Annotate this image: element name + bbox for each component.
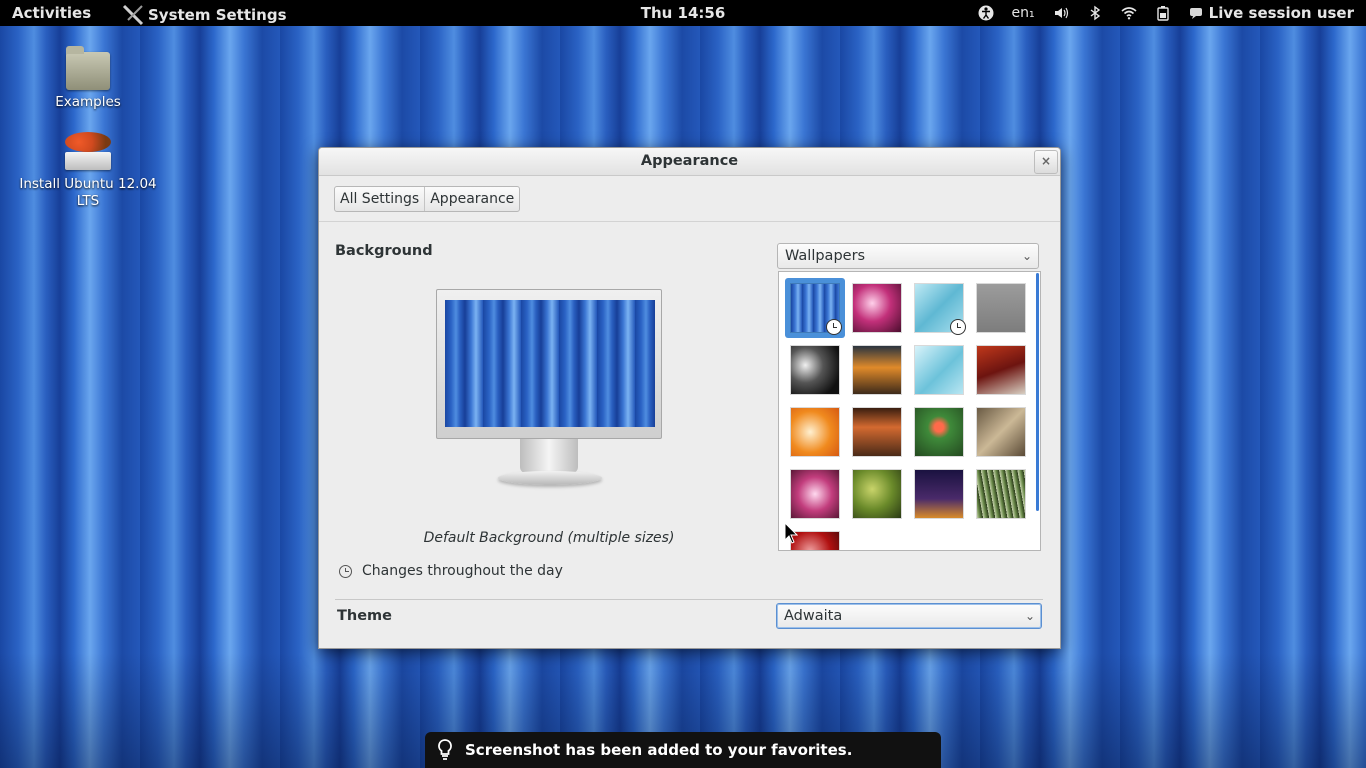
wallpaper-thumb-blue-stripes[interactable] (791, 284, 842, 335)
dialog-title: Appearance (640, 153, 739, 169)
background-source-value: Wallpapers (785, 248, 866, 264)
battery-icon[interactable] (1155, 5, 1171, 21)
app-menu-label: System Settings (148, 6, 287, 24)
chevron-down-icon: ⌄ (1021, 249, 1032, 263)
clock-icon (339, 564, 352, 578)
background-preview (436, 289, 664, 485)
wallpaper-thumb-brown-valley[interactable] (853, 408, 901, 456)
clock[interactable]: Thu 14:56 (641, 4, 726, 22)
desktop-icon-install-ubuntu[interactable]: Install Ubuntu 12.04 LTS (18, 132, 158, 210)
close-icon: × (1040, 154, 1052, 168)
top-panel: Activities System Settings Thu 14:56 en₁… (0, 0, 1366, 26)
wallpaper-thumb-green-grass[interactable] (977, 470, 1025, 518)
wallpaper-thumb-grey-fog-deer[interactable] (977, 284, 1025, 332)
accessibility-icon[interactable] (978, 5, 994, 21)
keyboard-layout-indicator[interactable]: en₁ (1012, 5, 1035, 21)
background-section-title: Background (335, 243, 433, 259)
install-drive-icon (65, 132, 111, 172)
dialog-titlebar[interactable]: Appearance × (319, 148, 1060, 176)
breadcrumb-all-settings[interactable]: All Settings (335, 187, 424, 211)
wallpaper-thumb-red-leaves[interactable] (791, 532, 839, 550)
bluetooth-icon[interactable] (1087, 5, 1103, 21)
theme-combo[interactable]: Adwaita ⌄ (776, 603, 1042, 629)
wallpaper-thumb-sunset-road[interactable] (853, 346, 901, 394)
user-menu[interactable]: Live session user (1189, 4, 1354, 22)
wallpaper-thumb-green-poppies[interactable] (915, 408, 963, 456)
changes-throughout-day-row: Changes throughout the day (339, 563, 563, 579)
background-source-combo[interactable]: Wallpapers ⌄ (777, 243, 1039, 269)
breadcrumb-appearance[interactable]: Appearance (424, 187, 519, 211)
notification-banner[interactable]: Screenshot has been added to your favori… (425, 732, 941, 768)
wallpaper-grid: + − (778, 271, 1041, 551)
mouse-cursor-icon (784, 522, 798, 544)
wifi-icon[interactable] (1121, 5, 1137, 21)
app-menu[interactable]: System Settings (122, 4, 287, 26)
user-name: Live session user (1208, 4, 1354, 22)
wallpaper-thumb-fountain-pen[interactable] (977, 408, 1025, 456)
desktop-icon-examples[interactable]: Examples (18, 46, 158, 110)
wallpaper-thumb-pink-bokeh[interactable] (853, 284, 901, 332)
wallpaper-scrollbar[interactable] (1036, 273, 1039, 511)
changes-label: Changes throughout the day (362, 563, 563, 579)
wallpaper-thumb-purple-night-fox[interactable] (915, 470, 963, 518)
wallpaper-thumb-dark-shells[interactable] (791, 346, 839, 394)
close-button[interactable]: × (1034, 150, 1058, 174)
wallpaper-thumb-autumn-trees[interactable] (977, 346, 1025, 394)
breadcrumb: All Settings Appearance (334, 186, 521, 212)
timed-wallpaper-icon (826, 319, 842, 335)
timed-wallpaper-icon (950, 319, 966, 335)
wallpaper-thumb-pink-flower[interactable] (791, 470, 839, 518)
desktop-icon-label: Examples (55, 94, 121, 110)
activities-button[interactable]: Activities (12, 4, 91, 22)
lightbulb-icon (438, 739, 452, 760)
user-icon (1189, 8, 1202, 19)
wallpaper-thumb-aqua-light[interactable] (915, 346, 963, 394)
appearance-dialog: Appearance × All Settings Appearance Bac… (318, 147, 1061, 649)
folder-icon (66, 46, 110, 90)
wallpaper-toolbar: + − (779, 550, 1040, 551)
background-caption: Default Background (multiple sizes) (423, 530, 675, 546)
wallpaper-thumb-aqua-waves[interactable] (915, 284, 966, 335)
settings-tools-icon (122, 4, 144, 26)
theme-value: Adwaita (784, 608, 843, 624)
desktop-icon-label: Install Ubuntu 12.04 LTS (19, 176, 157, 209)
theme-section-title: Theme (337, 608, 392, 624)
wallpaper-thumb-orange-leaves[interactable] (791, 408, 839, 456)
dialog-toolbar: All Settings Appearance (319, 176, 1060, 222)
wallpaper-thumb-green-buds[interactable] (853, 470, 901, 518)
notification-text: Screenshot has been added to your favori… (465, 741, 853, 759)
chevron-down-icon: ⌄ (1024, 609, 1035, 623)
section-divider (335, 599, 1043, 600)
volume-icon[interactable] (1053, 5, 1069, 21)
